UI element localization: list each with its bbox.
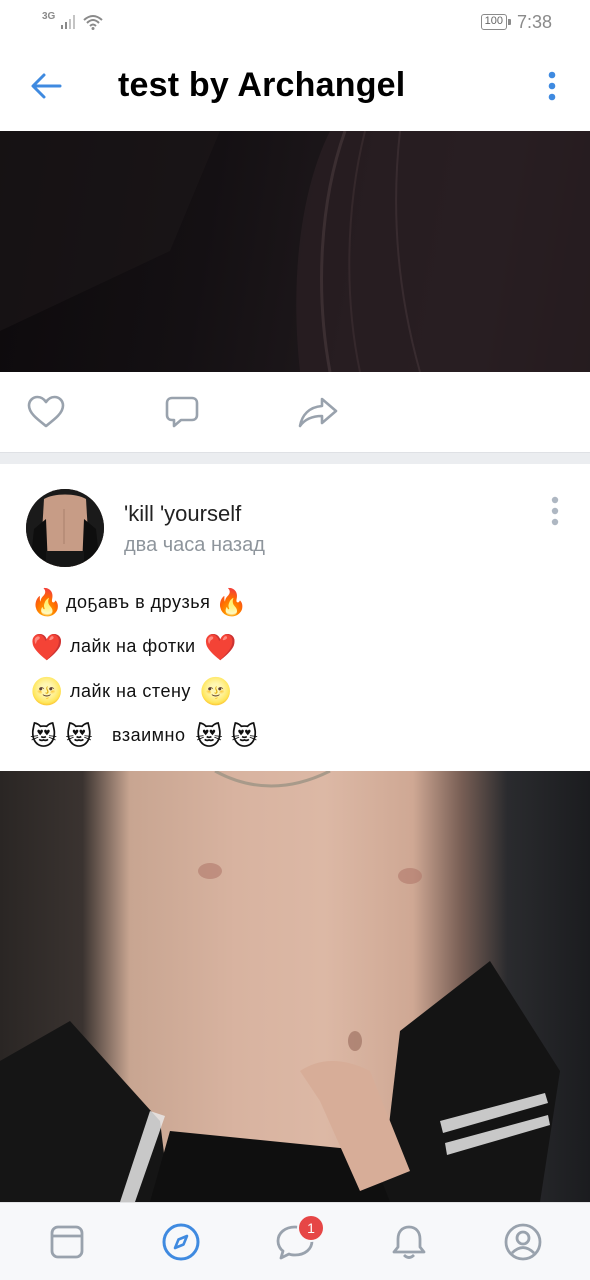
fire-emoji: 🔥 [214,587,248,618]
nav-news[interactable] [37,1212,97,1272]
hair-shape [0,131,590,372]
more-vertical-icon [548,71,556,101]
moon-face-emoji: 🌝 [30,676,64,707]
post-header: 'kill 'yourself два часа назад [0,464,590,574]
compass-icon [162,1223,200,1260]
nav-profile[interactable] [493,1212,553,1272]
newsfeed-icon [50,1225,84,1258]
battery-icon: 100 [480,14,511,30]
cat-heart-eyes-emoji: 😻 😻 [30,720,93,751]
heart-emoji: ❤️ [30,631,64,662]
post-line-text: лайк на фотки [70,636,196,657]
post-line-text: взаимно [112,725,186,746]
status-bar: 3G 100 7:38 [0,0,590,44]
share-icon [298,397,338,428]
nav-discover[interactable] [151,1212,211,1272]
heart-icon [27,395,65,428]
messages-badge: 1 [297,1213,325,1242]
avatar[interactable] [26,489,104,567]
wifi-icon [83,15,104,30]
like-button[interactable] [26,392,66,432]
post-line: ❤️ лайк на фотки ❤️ [30,625,570,670]
feed-separator [0,452,590,464]
cat-heart-eyes-emoji: 😻 😻 [195,720,259,751]
author-name[interactable]: 'kill 'yourself [124,501,241,527]
share-button[interactable] [298,392,338,432]
post-text: 🔥 доҕавъ в друзья 🔥 ❤️ лайк на фотки ❤️ … [30,580,570,758]
comment-icon [165,396,199,428]
bottom-navigation: 1 [0,1202,590,1280]
post-photo[interactable] [0,131,590,372]
app-header: test by Archangel [0,44,590,131]
post-line: 😻 😻 взаимно 😻 😻 [30,714,570,759]
photo-shapes [0,771,560,1202]
back-button[interactable] [28,68,64,104]
heart-emoji: ❤️ [204,631,237,662]
moon-face-emoji: 🌝 [199,676,233,707]
more-options-button[interactable] [540,68,564,104]
post-line-text: доҕавъ в друзья [66,591,211,612]
clock: 7:38 [516,11,552,32]
nav-notifications[interactable] [379,1212,439,1272]
fire-emoji: 🔥 [30,587,64,618]
avatar-image [26,489,104,567]
network-type: 3G [42,10,56,22]
arrow-left-icon [31,73,62,99]
post-line: 🌝 лайк на стену 🌝 [30,669,570,714]
bell-icon [392,1225,426,1259]
signal-icon [61,15,76,29]
post-actions [0,372,590,452]
more-vertical-icon [551,496,559,526]
nav-messages[interactable]: 1 [265,1212,325,1272]
post-line: 🔥 доҕавъ в друзья 🔥 [30,580,570,625]
comment-button[interactable] [162,392,202,432]
profile-icon [504,1223,542,1260]
post-more-button[interactable] [548,494,562,528]
post-photo[interactable] [0,771,590,1202]
page-title: test by Archangel [118,66,406,104]
battery-level: 100 [480,14,507,30]
post-line-text: лайк на стену [70,680,191,701]
post-timestamp: два часа назад [124,534,265,556]
